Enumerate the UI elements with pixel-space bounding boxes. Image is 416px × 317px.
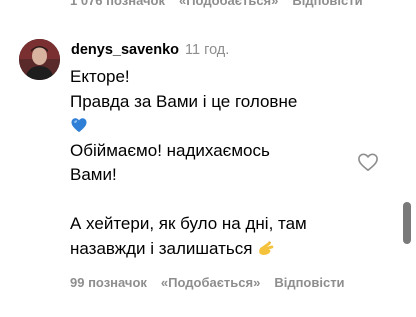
comment-line: назавжди і залишаться [70, 237, 370, 262]
comment-line: Екторе! [70, 67, 130, 86]
comment-line: А хейтери, як було на дні, там [70, 214, 307, 233]
comment-header: denys_savenko 11 год. [71, 40, 229, 60]
reply-button[interactable]: Відповісти [274, 275, 344, 290]
likes-count[interactable]: 99 позначок [70, 275, 147, 290]
previous-likes-count[interactable]: 1 076 позначок [70, 0, 165, 8]
blue-heart-emoji [71, 118, 87, 133]
pinching-hand-emoji [259, 240, 274, 255]
comment-line: Обіймаємо! надихаємось [70, 140, 270, 160]
like-button[interactable] [357, 152, 379, 172]
comment-line [70, 114, 370, 139]
previous-comment-footer: 1 076 позначок «Подобається» Відповісти [70, 0, 377, 8]
comment-line: Вами! [70, 165, 117, 184]
previous-reply-button[interactable]: Відповісти [292, 0, 362, 8]
scrollbar-thumb[interactable] [403, 202, 411, 244]
comment-text: Екторе! Правда за Вами і це головне Обій… [70, 65, 370, 261]
comment-footer: 99 позначок «Подобається» Відповісти [70, 275, 345, 291]
previous-like-label[interactable]: «Подобається» [179, 0, 278, 8]
comment-line: Правда за Вами і це головне [70, 91, 298, 111]
avatar-image [19, 39, 60, 80]
avatar[interactable] [19, 39, 60, 80]
comment-line-text: назавжди і залишаться [70, 238, 253, 258]
username[interactable]: denys_savenko [71, 42, 179, 58]
like-label[interactable]: «Подобається» [161, 275, 260, 290]
timestamp[interactable]: 11 год. [185, 42, 229, 58]
comment-thread: 1 076 позначок «Подобається» Відповісти de… [0, 0, 416, 317]
heart-outline-icon [358, 153, 378, 171]
